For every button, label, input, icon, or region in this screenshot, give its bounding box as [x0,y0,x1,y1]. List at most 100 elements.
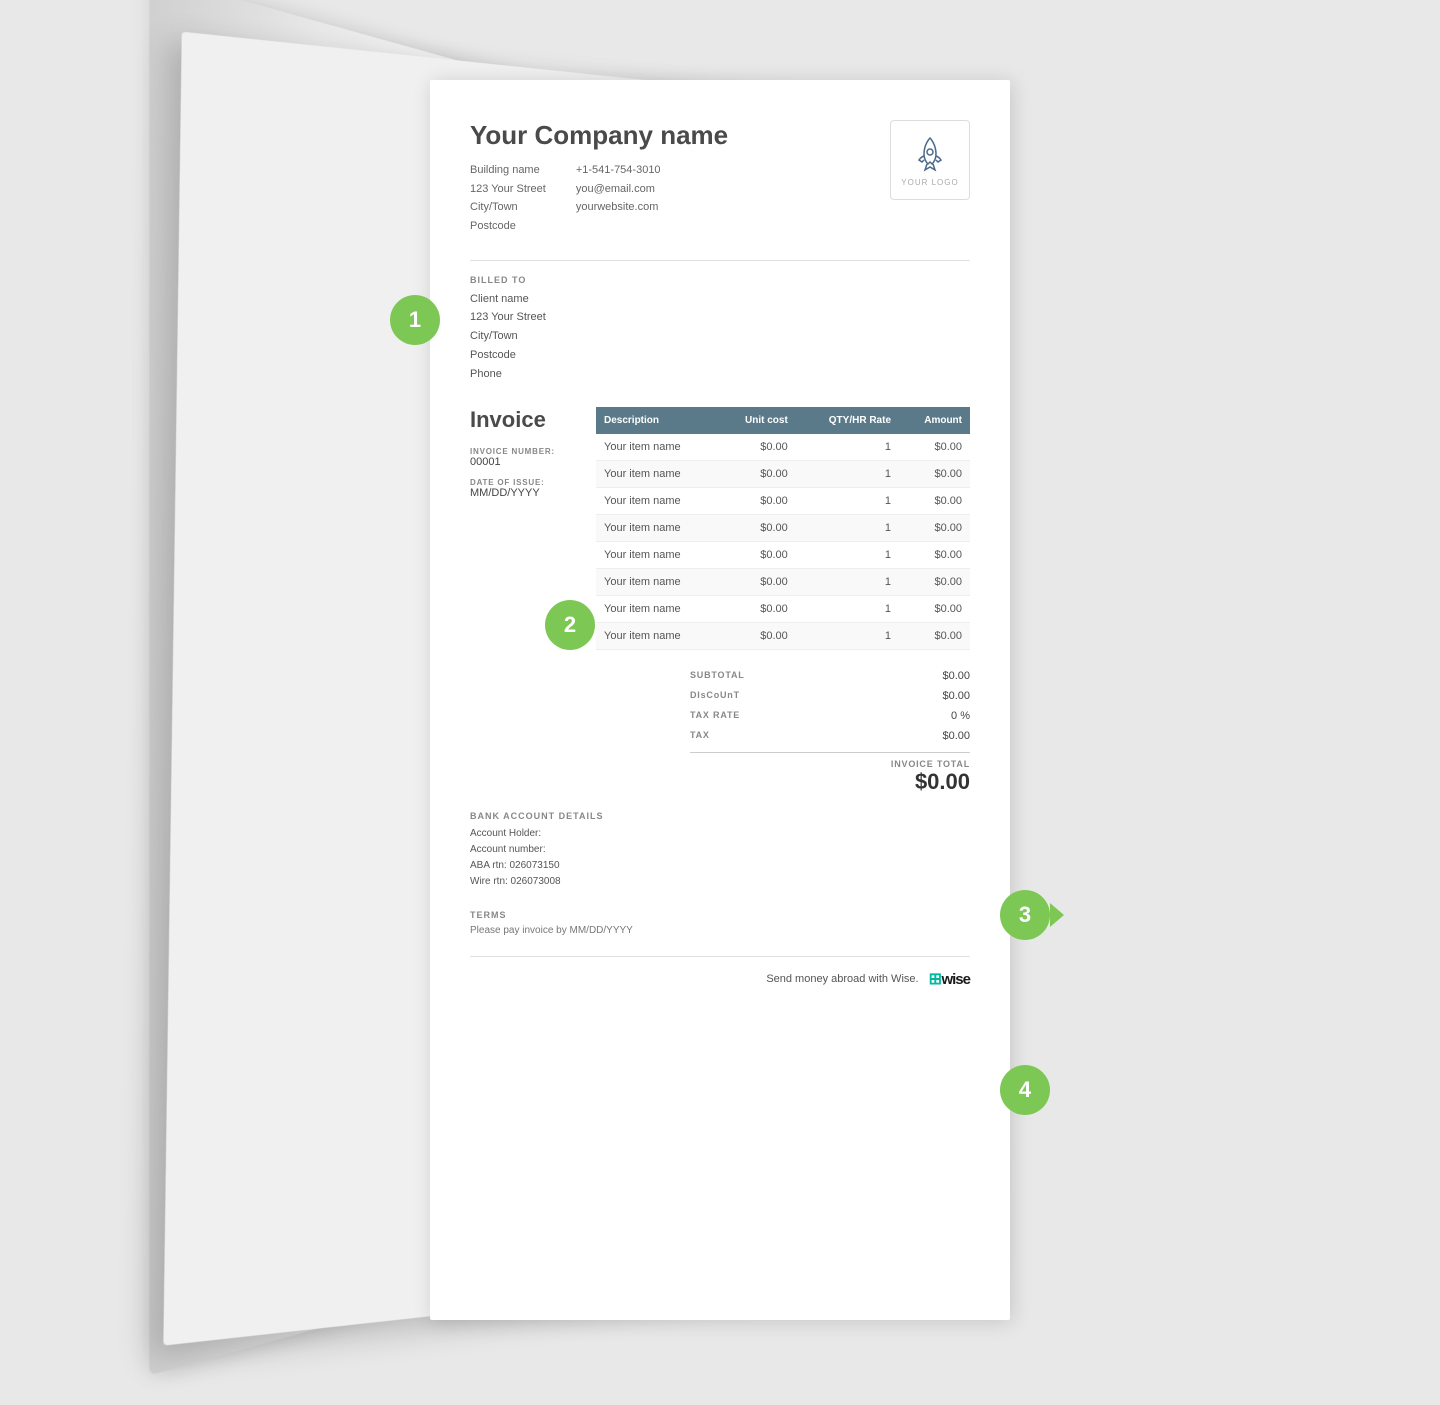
subtotal-label: SUBTOTAL [690,670,745,682]
cell-amount: $0.00 [899,461,970,488]
tax-rate-value: 0 % [951,710,970,722]
cell-qty: 1 [796,515,899,542]
col-description: Description [596,407,718,434]
invoice-body: Invoice INVOICE NUMBER: 00001 DATE OF IS… [470,407,970,650]
client-postcode: Postcode [470,346,970,365]
discount-row: DIsCoUnT $0.00 [690,686,970,706]
cell-description: Your item name [596,488,718,515]
cell-unit-cost: $0.00 [718,569,796,596]
table-header-row: Description Unit cost QTY/HR Rate Amount [596,407,970,434]
col-unit-cost: Unit cost [718,407,796,434]
cell-amount: $0.00 [899,623,970,650]
company-contact: +1-541-754-3010 you@email.com yourwebsit… [576,161,661,236]
badge-2: 2 [545,600,595,650]
table-row: Your item name $0.00 1 $0.00 [596,434,970,461]
cell-qty: 1 [796,596,899,623]
aba-rtn: ABA rtn: 026073150 [470,858,970,874]
invoice-header: Your Company name Building name 123 Your… [470,120,970,236]
invoice-total-row: INVOICE TOTAL $0.00 [690,759,970,795]
cell-amount: $0.00 [899,515,970,542]
header-divider [470,260,970,261]
cell-amount: $0.00 [899,488,970,515]
invoice-total-label: INVOICE TOTAL [690,759,970,769]
wise-tagline: Send money abroad with Wise. [766,973,918,985]
company-name: Your Company name [470,120,728,151]
company-details: Building name 123 Your Street City/Town … [470,161,728,236]
table-row: Your item name $0.00 1 $0.00 [596,569,970,596]
invoice-table: Description Unit cost QTY/HR Rate Amount… [596,407,970,650]
table-row: Your item name $0.00 1 $0.00 [596,461,970,488]
cell-amount: $0.00 [899,569,970,596]
client-street: 123 Your Street [470,308,970,327]
account-number: Account number: [470,842,970,858]
rocket-icon [910,134,950,174]
billed-to-section: BILLED TO Client name 123 Your Street Ci… [470,275,970,383]
subtotal-row: SUBTOTAL $0.00 [690,666,970,686]
table-row: Your item name $0.00 1 $0.00 [596,488,970,515]
totals-section: SUBTOTAL $0.00 DIsCoUnT $0.00 TAX RATE 0… [690,666,970,795]
cell-description: Your item name [596,596,718,623]
cell-description: Your item name [596,515,718,542]
client-name: Client name [470,290,970,309]
cell-qty: 1 [796,569,899,596]
cell-qty: 1 [796,461,899,488]
table-row: Your item name $0.00 1 $0.00 [596,623,970,650]
logo-label: YOUR LOGO [901,178,958,187]
col-qty: QTY/HR Rate [796,407,899,434]
invoice-paper: Your Company name Building name 123 Your… [430,80,1010,1320]
billed-to-label: BILLED TO [470,275,970,285]
cell-amount: $0.00 [899,434,970,461]
cell-qty: 1 [796,623,899,650]
cell-unit-cost: $0.00 [718,515,796,542]
table-row: Your item name $0.00 1 $0.00 [596,596,970,623]
tax-label: TAX [690,730,710,742]
totals-divider [690,752,970,753]
subtotal-value: $0.00 [942,670,970,682]
cell-qty: 1 [796,542,899,569]
tax-rate-row: TAX RATE 0 % [690,706,970,726]
invoice-total-amount: $0.00 [690,769,970,795]
badge-3: 3 [1000,890,1050,940]
bank-details-label: BANK ACCOUNT DETAILS [470,811,970,821]
client-phone: Phone [470,365,970,384]
cell-amount: $0.00 [899,596,970,623]
badge-1: 1 [390,295,440,345]
cell-description: Your item name [596,461,718,488]
cell-qty: 1 [796,434,899,461]
terms-section: TERMS Please pay invoice by MM/DD/YYYY [470,910,970,936]
company-info: Your Company name Building name 123 Your… [470,120,728,236]
invoice-footer: Send money abroad with Wise. ⊞wise [470,956,970,989]
cell-description: Your item name [596,542,718,569]
account-holder: Account Holder: [470,826,970,842]
invoice-title: Invoice [470,407,580,433]
cell-unit-cost: $0.00 [718,488,796,515]
wire-rtn: Wire rtn: 026073008 [470,874,970,890]
tax-value: $0.00 [942,730,970,742]
discount-value: $0.00 [942,690,970,702]
bank-details-section: BANK ACCOUNT DETAILS Account Holder: Acc… [470,811,970,890]
cell-description: Your item name [596,434,718,461]
invoice-date-label: DATE OF ISSUE: [470,478,580,487]
tax-row: TAX $0.00 [690,726,970,746]
cell-description: Your item name [596,623,718,650]
terms-text: Please pay invoice by MM/DD/YYYY [470,925,970,936]
company-address: Building name 123 Your Street City/Town … [470,161,546,236]
col-amount: Amount [899,407,970,434]
cell-amount: $0.00 [899,542,970,569]
invoice-number-value: 00001 [470,456,580,468]
cell-unit-cost: $0.00 [718,434,796,461]
tax-rate-label: TAX RATE [690,710,740,722]
terms-label: TERMS [470,910,970,920]
table-row: Your item name $0.00 1 $0.00 [596,542,970,569]
cell-unit-cost: $0.00 [718,542,796,569]
wise-logo: ⊞wise [929,969,970,989]
company-logo-box: YOUR LOGO [890,120,970,200]
invoice-date-value: MM/DD/YYYY [470,487,580,499]
client-city: City/Town [470,327,970,346]
cell-description: Your item name [596,569,718,596]
invoice-number-label: INVOICE NUMBER: [470,447,580,456]
discount-label: DIsCoUnT [690,690,740,702]
cell-unit-cost: $0.00 [718,461,796,488]
cell-qty: 1 [796,488,899,515]
cell-unit-cost: $0.00 [718,623,796,650]
